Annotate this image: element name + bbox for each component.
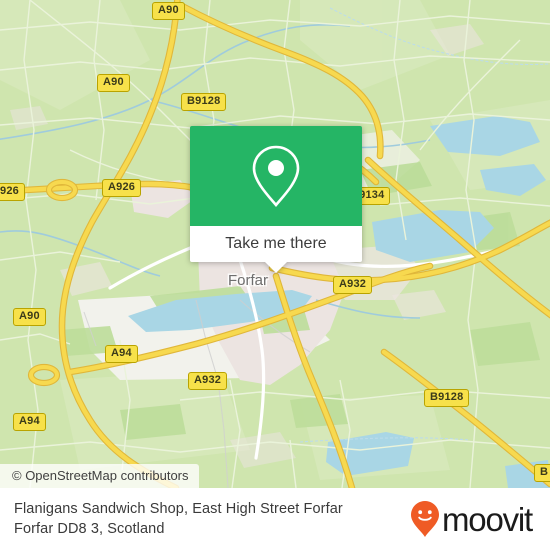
popup-action-bar[interactable]: Take me there: [190, 226, 362, 262]
road-shield[interactable]: B9128: [181, 93, 227, 111]
map-screenshot: Forfar A90 A90 B9128 A926 926 B9134 A932…: [0, 0, 550, 550]
take-me-there-label: Take me there: [225, 235, 327, 252]
road-shield[interactable]: A90: [97, 74, 130, 92]
road-shield[interactable]: A932: [188, 372, 228, 390]
location-address: Flanigans Sandwich Shop, East High Stree…: [14, 499, 410, 539]
road-shield[interactable]: 926: [0, 183, 25, 201]
popup-header: [190, 126, 362, 226]
road-shield[interactable]: B: [534, 464, 550, 482]
road-shield[interactable]: A932: [333, 276, 373, 294]
address-line-1: Flanigans Sandwich Shop, East High Stree…: [14, 501, 343, 517]
road-shield[interactable]: A94: [13, 413, 46, 431]
road-shield[interactable]: A90: [152, 2, 185, 20]
address-line-2: Forfar DD8 3, Scotland: [14, 521, 165, 537]
road-shield[interactable]: A90: [13, 308, 46, 326]
popup-tail: [265, 262, 287, 273]
road-shield[interactable]: A926: [102, 179, 142, 197]
location-popup[interactable]: Take me there: [190, 126, 362, 273]
osm-attribution[interactable]: © OpenStreetMap contributors: [0, 464, 199, 488]
map-pin-icon: [252, 145, 300, 208]
moovit-logo[interactable]: moovit: [410, 500, 536, 538]
moovit-wordmark: moovit: [442, 500, 533, 538]
map-canvas[interactable]: Forfar A90 A90 B9128 A926 926 B9134 A932…: [0, 0, 550, 488]
road-shield[interactable]: B9128: [424, 389, 470, 407]
road-shield[interactable]: A94: [105, 345, 138, 363]
moovit-pin-icon: [411, 501, 439, 537]
place-label-forfar: Forfar: [228, 272, 269, 289]
footer-bar: Flanigans Sandwich Shop, East High Stree…: [0, 488, 550, 550]
